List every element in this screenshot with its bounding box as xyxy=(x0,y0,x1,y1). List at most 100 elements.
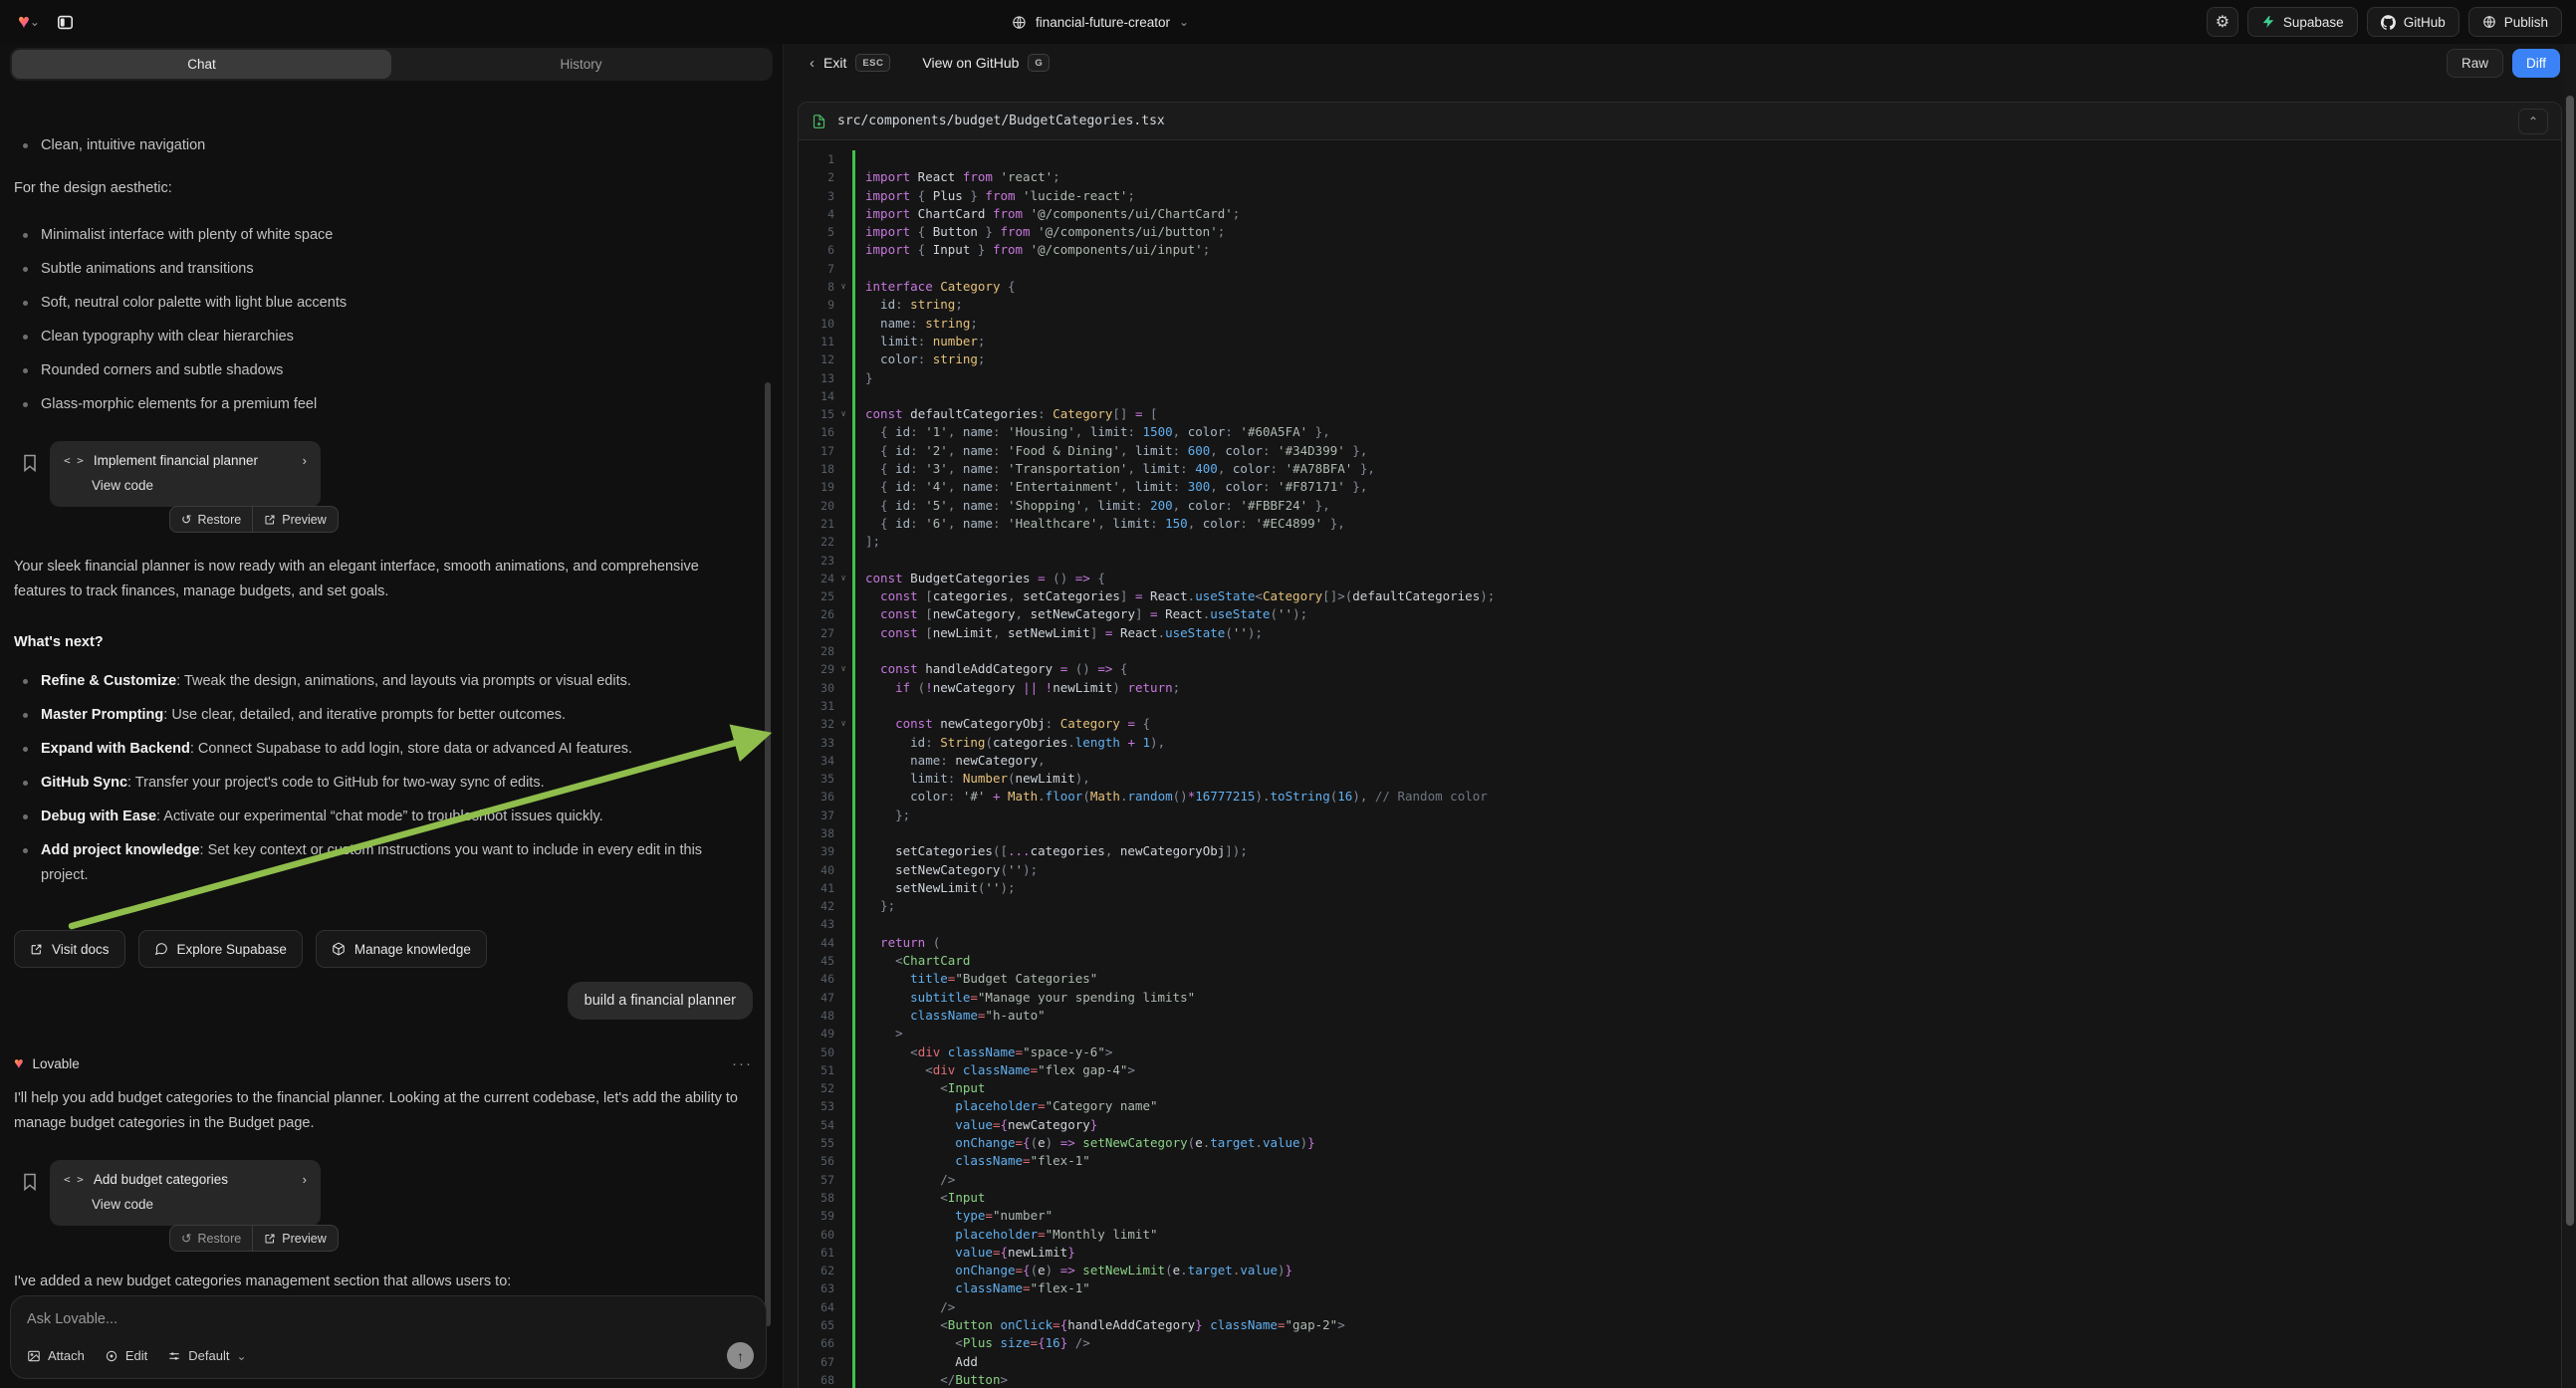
file-path: src/components/budget/BudgetCategories.t… xyxy=(837,114,1165,128)
code-line: 67 Add xyxy=(799,1353,2561,1371)
fold-spacer xyxy=(834,734,852,752)
external-link-icon xyxy=(30,943,43,956)
assistant-text: I've added a new budget categories manag… xyxy=(14,1270,749,1288)
line-number: 56 xyxy=(799,1152,834,1170)
fold-spacer xyxy=(834,1316,852,1334)
fold-spacer xyxy=(834,150,852,168)
bullet-item: Master Prompting: Use clear, detailed, a… xyxy=(14,703,753,728)
fold-chevron-icon[interactable]: ∨ xyxy=(834,715,852,733)
restore-button[interactable]: ↺ Restore xyxy=(170,1226,252,1251)
file-path-bar[interactable]: src/components/budget/BudgetCategories.t… xyxy=(799,103,2561,140)
code-line: 11 limit: number; xyxy=(799,333,2561,350)
code-editor[interactable]: 12import React from 'react';3import { Pl… xyxy=(799,140,2561,1388)
explore-supabase-button[interactable]: Explore Supabase xyxy=(138,930,303,968)
code-line: 9 id: string; xyxy=(799,296,2561,314)
line-number: 1 xyxy=(799,150,834,168)
lovable-menu-button[interactable]: ♥ ⌄ xyxy=(14,7,44,37)
fold-spacer xyxy=(834,315,852,333)
code-line: 14 xyxy=(799,387,2561,405)
code-text: value={newLimit} xyxy=(852,1244,1075,1262)
restore-button[interactable]: ↺ Restore xyxy=(170,507,252,532)
code-line: 3import { Plus } from 'lucide-react'; xyxy=(799,187,2561,205)
fold-spacer xyxy=(834,1171,852,1189)
line-number: 39 xyxy=(799,842,834,860)
code-line: 15∨const defaultCategories: Category[] =… xyxy=(799,405,2561,423)
supabase-button[interactable]: Supabase xyxy=(2247,7,2358,37)
preview-button[interactable]: Preview xyxy=(252,1226,337,1251)
fold-spacer xyxy=(834,807,852,824)
version-card-implement-planner[interactable]: < > Implement financial planner › View c… xyxy=(50,441,321,507)
fold-spacer xyxy=(834,970,852,988)
fold-spacer xyxy=(834,497,852,515)
fold-spacer xyxy=(834,770,852,788)
exit-button[interactable]: ‹ Exit ESC xyxy=(810,54,890,72)
bullet-item: Glass-morphic elements for a premium fee… xyxy=(14,392,753,417)
chat-messages[interactable]: Clean, intuitive navigation For the desi… xyxy=(0,127,783,1288)
code-text: const BudgetCategories = () => { xyxy=(852,570,1105,587)
toggle-sidebar-button[interactable] xyxy=(50,7,80,37)
code-line: 33 id: String(categories.length + 1), xyxy=(799,734,2561,752)
fold-chevron-icon[interactable]: ∨ xyxy=(834,278,852,296)
view-code-link[interactable]: View code xyxy=(92,1197,307,1212)
chevron-right-icon: › xyxy=(303,453,307,468)
mode-selector[interactable]: Default ⌄ xyxy=(167,1348,246,1363)
fold-chevron-icon[interactable]: ∨ xyxy=(834,660,852,678)
tab-history[interactable]: History xyxy=(391,50,771,79)
code-line: 5import { Button } from '@/components/ui… xyxy=(799,223,2561,241)
line-number: 55 xyxy=(799,1134,834,1152)
arrow-up-icon: ↑ xyxy=(737,1348,744,1364)
manage-knowledge-button[interactable]: Manage knowledge xyxy=(316,930,487,968)
code-text: const [newCategory, setNewCategory] = Re… xyxy=(852,605,1307,623)
code-line: 60 placeholder="Monthly limit" xyxy=(799,1226,2561,1244)
diff-toggle-button[interactable]: Diff xyxy=(2512,49,2560,78)
code-line: 59 type="number" xyxy=(799,1207,2561,1225)
project-switcher[interactable]: financial-future-creator ⌄ xyxy=(1012,15,1189,30)
edit-button[interactable]: Edit xyxy=(105,1348,147,1363)
line-number: 16 xyxy=(799,423,834,441)
line-number: 50 xyxy=(799,1043,834,1061)
fold-chevron-icon[interactable]: ∨ xyxy=(834,570,852,587)
github-button[interactable]: GitHub xyxy=(2367,7,2459,37)
fold-spacer xyxy=(834,752,852,770)
attach-button[interactable]: Attach xyxy=(27,1348,85,1363)
preview-button[interactable]: Preview xyxy=(252,507,337,532)
tab-chat[interactable]: Chat xyxy=(12,50,391,79)
file-added-icon xyxy=(812,114,826,129)
code-text: <div className="flex gap-4"> xyxy=(852,1061,1135,1079)
publish-button[interactable]: Publish xyxy=(2468,7,2562,37)
code-line: 10 name: string; xyxy=(799,315,2561,333)
code-text: }; xyxy=(852,807,910,824)
fold-spacer xyxy=(834,1134,852,1152)
lovable-logo-icon: ♥ xyxy=(18,12,30,32)
fold-chevron-icon[interactable]: ∨ xyxy=(834,405,852,423)
fold-spacer xyxy=(834,1207,852,1225)
quick-actions: Visit docs Explore Supabase Manage knowl… xyxy=(14,930,753,968)
esc-key-badge: ESC xyxy=(855,54,890,72)
chat-input[interactable]: Ask Lovable... xyxy=(27,1311,750,1327)
code-line: 28 xyxy=(799,642,2561,660)
message-menu-button[interactable]: ··· xyxy=(732,1055,753,1072)
chat-scrollbar[interactable] xyxy=(765,382,771,1326)
fold-spacer xyxy=(834,296,852,314)
fold-spacer xyxy=(834,788,852,806)
code-text: import ChartCard from '@/components/ui/C… xyxy=(852,205,1240,223)
collapse-file-button[interactable]: ⌃ xyxy=(2518,109,2548,134)
visit-docs-button[interactable]: Visit docs xyxy=(14,930,125,968)
send-button[interactable]: ↑ xyxy=(727,1342,754,1369)
code-line: 27 const [newLimit, setNewLimit] = React… xyxy=(799,624,2561,642)
version-card-add-categories[interactable]: < > Add budget categories › View code ↺ … xyxy=(50,1160,321,1226)
bullet-item: GitHub Sync: Transfer your project's cod… xyxy=(14,771,753,796)
fold-spacer xyxy=(834,1043,852,1061)
fold-spacer xyxy=(834,1116,852,1134)
fold-spacer xyxy=(834,934,852,952)
code-line: 40 setNewCategory(''); xyxy=(799,861,2561,879)
line-number: 14 xyxy=(799,387,834,405)
code-text: className="h-auto" xyxy=(852,1007,1046,1025)
code-text: <div className="space-y-6"> xyxy=(852,1043,1112,1061)
chevron-left-icon: ‹ xyxy=(810,55,815,72)
settings-button[interactable]: ⚙ xyxy=(2207,7,2238,37)
raw-toggle-button[interactable]: Raw xyxy=(2447,49,2503,78)
view-code-link[interactable]: View code xyxy=(92,478,307,493)
page-scrollbar[interactable] xyxy=(2566,96,2574,1226)
view-on-github-button[interactable]: View on GitHub G xyxy=(922,54,1050,72)
